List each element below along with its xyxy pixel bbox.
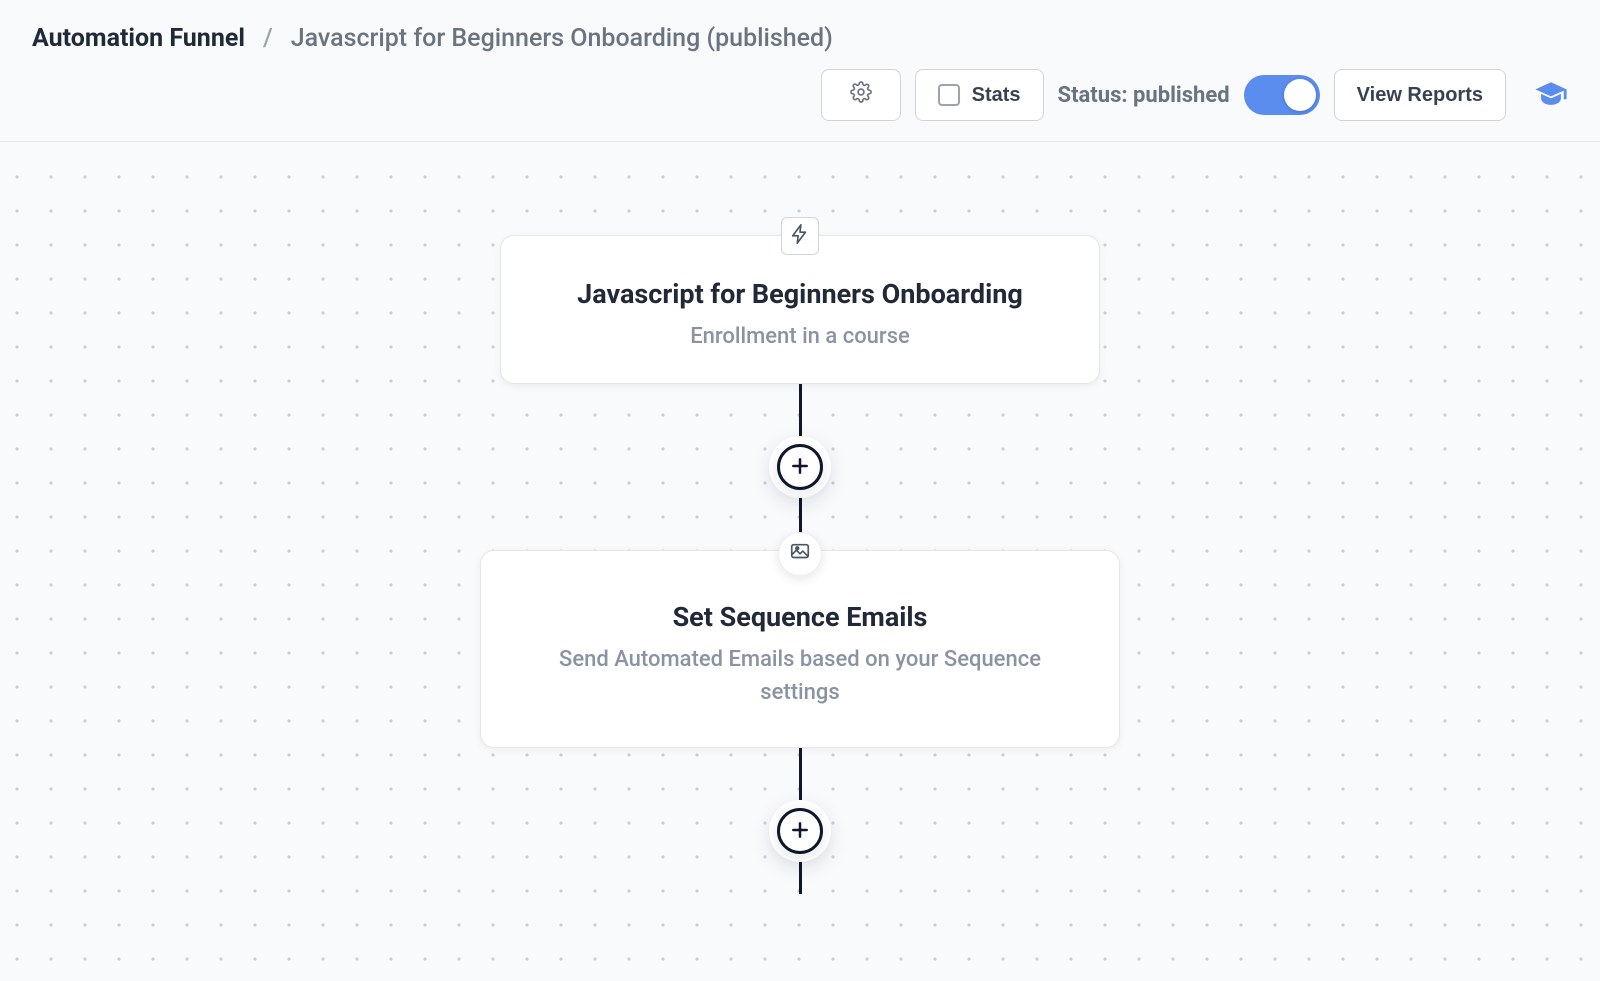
plus-icon <box>790 820 810 843</box>
trigger-badge <box>781 217 819 255</box>
plus-icon <box>790 456 810 479</box>
connector <box>799 384 802 440</box>
page-header: Automation Funnel / Javascript for Begin… <box>0 0 1600 142</box>
connector <box>799 858 802 894</box>
toolbar: Stats Status: published View Reports <box>32 69 1568 121</box>
add-step-wrap <box>773 804 827 858</box>
action-badge <box>778 532 822 576</box>
toggle-knob <box>1284 79 1316 111</box>
gear-icon <box>850 81 872 109</box>
trigger-title: Javascript for Beginners Onboarding <box>535 278 1065 310</box>
automation-canvas[interactable]: Javascript for Beginners Onboarding Enro… <box>0 160 1600 981</box>
breadcrumb-current: Javascript for Beginners Onboarding (pub… <box>291 24 833 53</box>
status-label: Status: published <box>1058 83 1230 108</box>
image-icon <box>789 541 811 567</box>
bolt-icon <box>789 223 811 249</box>
stats-label: Stats <box>972 84 1021 107</box>
add-step-button[interactable] <box>777 444 823 490</box>
breadcrumb: Automation Funnel / Javascript for Begin… <box>32 24 1568 53</box>
stats-button[interactable]: Stats <box>915 69 1044 121</box>
view-reports-label: View Reports <box>1357 84 1483 107</box>
action-subtitle: Send Automated Emails based on your Sequ… <box>527 643 1073 709</box>
checkbox-icon <box>938 84 960 106</box>
trigger-node[interactable]: Javascript for Beginners Onboarding Enro… <box>500 235 1100 384</box>
action-node[interactable]: Set Sequence Emails Send Automated Email… <box>480 550 1120 748</box>
trigger-subtitle: Enrollment in a course <box>535 320 1065 353</box>
add-step-wrap <box>773 440 827 494</box>
add-step-button[interactable] <box>777 808 823 854</box>
settings-button[interactable] <box>821 69 901 121</box>
breadcrumb-separator: / <box>263 24 273 53</box>
graduation-cap-icon[interactable] <box>1534 78 1568 112</box>
connector <box>799 748 802 804</box>
flow-container: Javascript for Beginners Onboarding Enro… <box>480 235 1120 894</box>
breadcrumb-root[interactable]: Automation Funnel <box>32 24 245 53</box>
action-title: Set Sequence Emails <box>527 601 1073 633</box>
view-reports-button[interactable]: View Reports <box>1334 69 1506 121</box>
publish-toggle[interactable] <box>1244 75 1320 115</box>
